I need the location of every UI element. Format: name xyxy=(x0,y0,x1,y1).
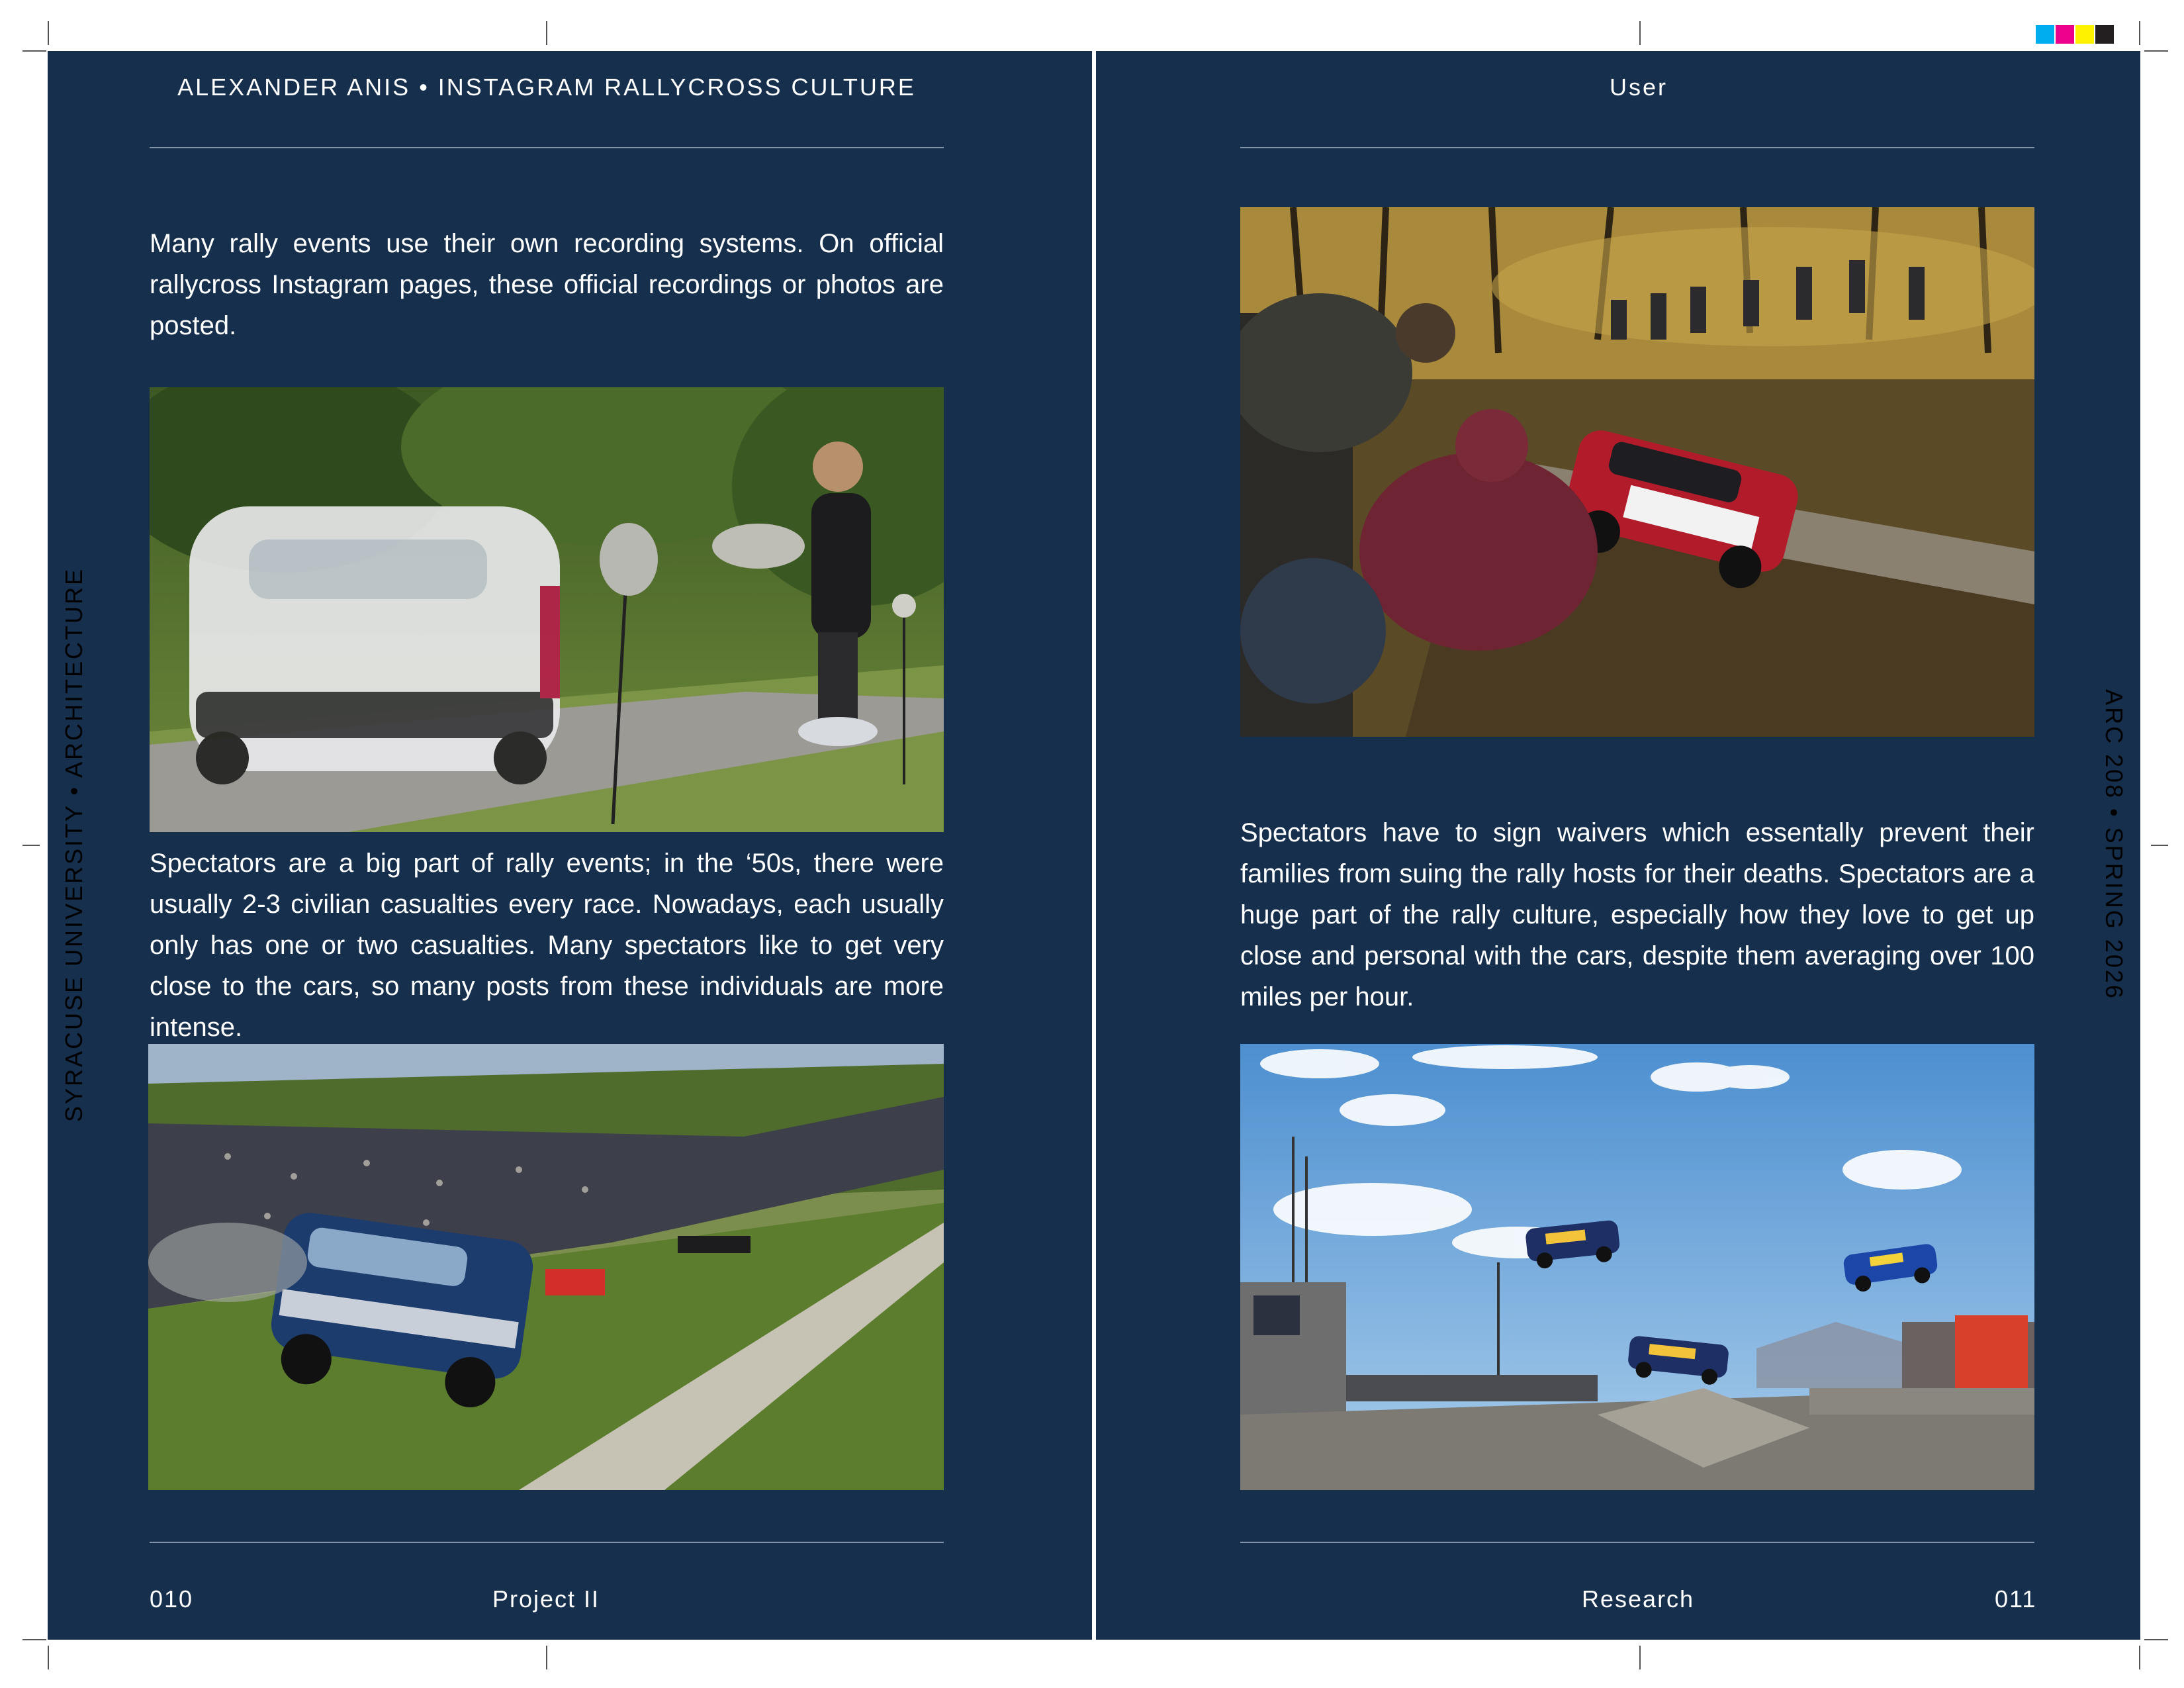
right-section-label: Research xyxy=(1582,1585,1695,1613)
left-section-label: Project II xyxy=(492,1585,600,1613)
crop-mark xyxy=(546,21,547,45)
left-paragraph-1: Many rally events use their own recordin… xyxy=(150,229,944,340)
jumping-rally-car-crowd-photo xyxy=(148,1044,944,1490)
crop-mark xyxy=(2144,50,2168,52)
crop-mark xyxy=(2144,1639,2168,1640)
crop-mark xyxy=(23,50,46,52)
right-page-number: 011 xyxy=(1995,1585,2037,1613)
left-page-number: 010 xyxy=(150,1585,194,1613)
crop-mark xyxy=(2139,21,2140,45)
rally-car-microphones-photo xyxy=(150,387,944,832)
right-page: User Spectators have to sign waivers whi… xyxy=(1096,51,2140,1640)
crop-mark xyxy=(1639,21,1641,45)
left-running-head: ALEXANDER ANIS • INSTAGRAM RALLYCROSS CU… xyxy=(177,73,916,101)
top-rule xyxy=(150,147,944,148)
crop-mark xyxy=(546,1646,547,1669)
crop-mark xyxy=(2151,845,2168,846)
left-page: ALEXANDER ANIS • INSTAGRAM RALLYCROSS CU… xyxy=(48,51,1092,1640)
color-swatch-black xyxy=(2095,25,2114,44)
right-side-label: ARC 208 • SPRING 2026 xyxy=(2101,689,2128,1000)
rallycross-jumps-photo xyxy=(1240,1044,2034,1490)
right-paragraph-1: Spectators have to sign waivers which es… xyxy=(1240,818,2034,1011)
crop-mark xyxy=(48,21,49,45)
right-running-head: User xyxy=(1609,73,1668,101)
color-swatch-cyan xyxy=(2036,25,2054,44)
crop-mark xyxy=(48,1646,49,1669)
color-swatch-yellow xyxy=(2075,25,2094,44)
color-swatch-magenta xyxy=(2056,25,2074,44)
bottom-rule xyxy=(150,1542,944,1543)
crop-mark xyxy=(23,1639,46,1640)
crop-mark xyxy=(2139,1646,2140,1669)
left-side-label: SYRACUSE UNIVERSITY • ARCHITECTURE xyxy=(60,567,87,1123)
crop-mark xyxy=(23,845,40,846)
left-paragraph-2: Spectators are a big part of rally event… xyxy=(150,849,944,1042)
crop-mark xyxy=(1639,1646,1641,1669)
bottom-rule xyxy=(1240,1542,2034,1543)
top-rule xyxy=(1240,147,2034,148)
forest-spectators-photo xyxy=(1240,207,2034,737)
